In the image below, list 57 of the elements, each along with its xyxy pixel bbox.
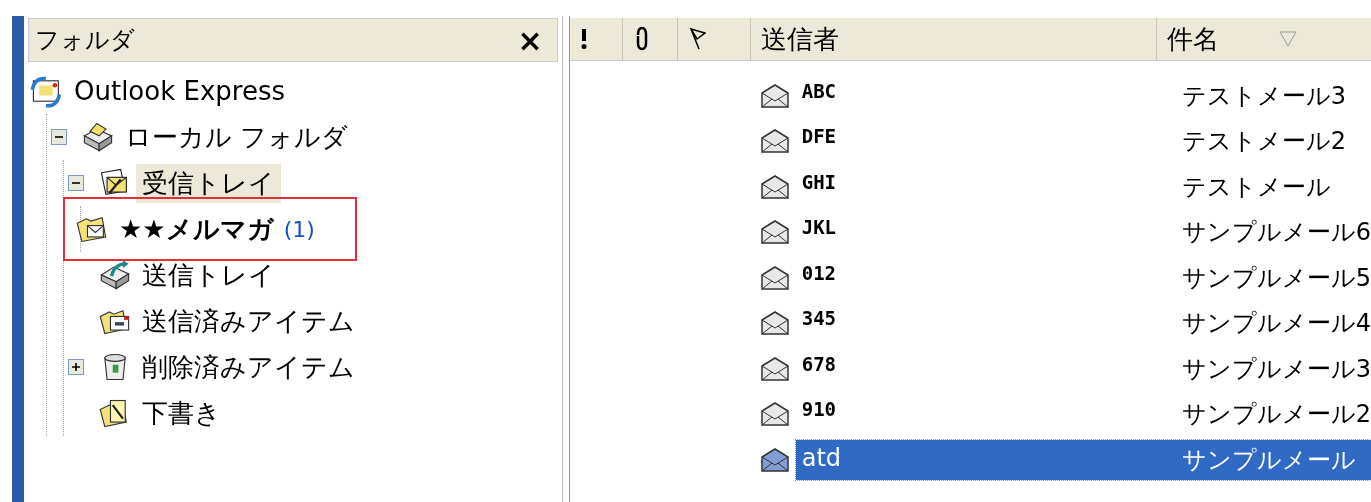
sender-cell-text: GHI bbox=[800, 169, 838, 195]
sender-cell-text: 678 bbox=[800, 351, 838, 377]
subject-cell-text: サンプルメール2 bbox=[1180, 399, 1371, 431]
sender-cell-text: JKL bbox=[800, 215, 838, 241]
subject-cell-text: サンプルメール3 bbox=[1180, 353, 1371, 385]
folder-item[interactable]: Outlook Express bbox=[68, 74, 292, 108]
folder-item[interactable]: 送信済みアイテム bbox=[136, 301, 361, 341]
message-row[interactable]: atd サンプルメール bbox=[795, 439, 1371, 480]
open-envelope-icon bbox=[759, 355, 790, 382]
sender-cell-text: 012 bbox=[800, 260, 838, 286]
collapse-toggle[interactable] bbox=[51, 129, 67, 145]
subject-cell-text: テストメール bbox=[1180, 171, 1331, 203]
column-header[interactable]: 件名 bbox=[1156, 18, 1371, 60]
sender-cell-text: 910 bbox=[800, 397, 838, 423]
folder-item[interactable]: 下書き bbox=[136, 393, 227, 433]
message-row[interactable]: ABC テストメール3 bbox=[795, 75, 1371, 116]
subject-cell-text: サンプルメール5 bbox=[1180, 262, 1371, 294]
folder-item[interactable]: 受信トレイ bbox=[136, 163, 281, 203]
outlook-folder-icon bbox=[30, 74, 64, 108]
collapse-toggle[interactable] bbox=[68, 175, 84, 191]
message-row[interactable]: 012 サンプルメール5 bbox=[795, 257, 1371, 298]
sender-cell-text: atd bbox=[800, 442, 843, 474]
open-envelope-icon bbox=[759, 173, 790, 200]
message-row[interactable]: 345 サンプルメール4 bbox=[795, 303, 1371, 344]
exclamation-icon bbox=[579, 27, 588, 51]
subject-cell-text: サンプルメール4 bbox=[1180, 308, 1371, 340]
open-envelope-icon bbox=[759, 446, 790, 473]
local-folder-icon bbox=[81, 120, 115, 154]
open-envelope-icon bbox=[759, 82, 790, 109]
open-envelope-icon bbox=[759, 401, 790, 428]
flag-icon bbox=[687, 27, 706, 51]
open-envelope-icon bbox=[759, 219, 790, 246]
sender-cell-text: 345 bbox=[800, 306, 838, 332]
subject-cell-text: サンプルメール6 bbox=[1180, 217, 1371, 249]
subject-cell-text: テストメール3 bbox=[1180, 80, 1346, 112]
outbox-folder-icon bbox=[98, 258, 132, 292]
subject-cell-text: サンプルメール bbox=[1180, 444, 1356, 476]
folder-item[interactable]: 送信トレイ bbox=[136, 255, 281, 295]
message-row[interactable]: DFE テストメール2 bbox=[795, 121, 1371, 162]
column-header[interactable]: 送信者 bbox=[750, 18, 1157, 60]
message-row[interactable]: 910 サンプルメール2 bbox=[795, 394, 1371, 435]
subject-cell-text: テストメール2 bbox=[1180, 126, 1346, 158]
folder-item[interactable]: ★★メルマガ bbox=[113, 209, 280, 249]
message-row[interactable]: 678 サンプルメール3 bbox=[795, 348, 1371, 389]
pane-title: フォルダ bbox=[35, 25, 135, 56]
sender-cell-text: DFE bbox=[800, 124, 838, 150]
expand-toggle[interactable] bbox=[68, 359, 84, 375]
unread-count: (1) bbox=[283, 216, 315, 242]
close-button[interactable]: × bbox=[513, 22, 547, 58]
sender-cell-text: ABC bbox=[800, 78, 838, 104]
open-envelope-icon bbox=[759, 128, 790, 155]
message-row[interactable]: GHI テストメール bbox=[795, 166, 1371, 207]
folder-item[interactable]: 削除済みアイテム bbox=[136, 347, 361, 387]
folder-item[interactable]: ローカル フォルダ bbox=[119, 117, 355, 157]
message-row[interactable]: JKL サンプルメール6 bbox=[795, 212, 1371, 253]
open-envelope-icon bbox=[759, 264, 790, 291]
open-envelope-icon bbox=[759, 310, 790, 337]
